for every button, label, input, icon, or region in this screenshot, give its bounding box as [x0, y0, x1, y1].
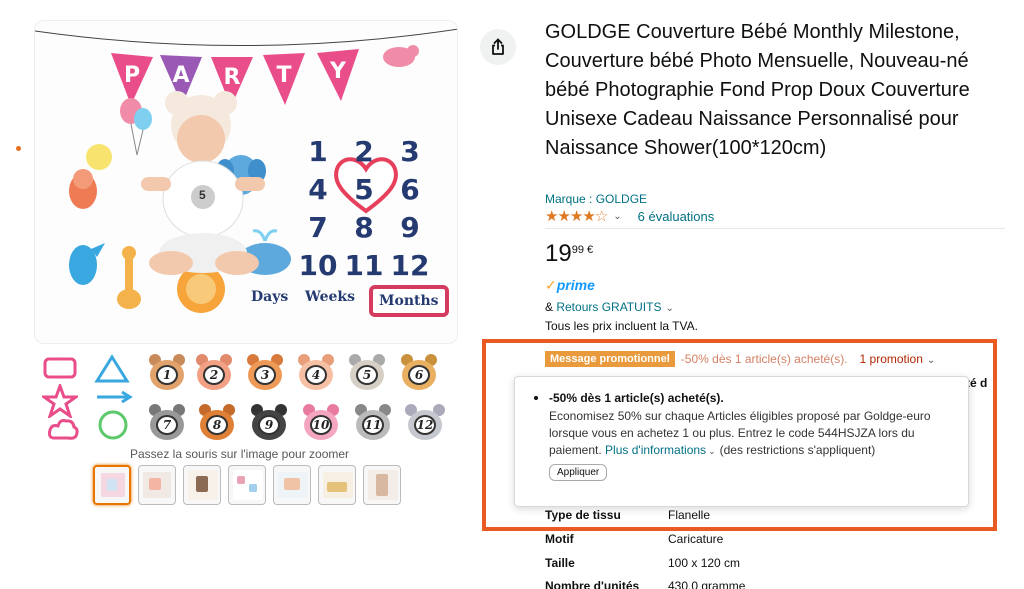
milestone-number: 7	[308, 211, 328, 244]
number-sticker: 12	[404, 402, 446, 442]
thumbnail-strip	[93, 465, 401, 505]
main-product-image[interactable]: P A R T Y 5 1 2 3 4 5 6 7 8 9 10 11 12 D…	[34, 20, 458, 344]
number-sticker: 2	[193, 352, 235, 392]
ratings-count-link[interactable]: 6 évaluations	[638, 209, 715, 224]
fox-illustration	[69, 169, 97, 209]
milestone-number: 12	[390, 249, 430, 282]
bird-illustration	[69, 243, 105, 285]
price: 1999 €	[545, 240, 593, 268]
number-sticker: 10	[300, 402, 342, 442]
carousel-indicator-dot	[16, 146, 21, 151]
divider	[545, 228, 1005, 229]
triangle-shape	[94, 354, 130, 383]
milestone-number: 8	[354, 211, 374, 244]
star-shape	[42, 384, 78, 418]
weeks-label: Weeks	[305, 289, 355, 305]
months-label: Months	[369, 285, 449, 317]
prime-badge: ✓prime	[545, 277, 595, 293]
thumbnail[interactable]	[228, 465, 266, 505]
brand-link[interactable]: Marque : GOLDGE	[545, 192, 647, 206]
star-rating[interactable]: ★★★★☆	[545, 207, 608, 225]
annotation-highlight-box	[482, 339, 997, 531]
thumbnail[interactable]	[318, 465, 356, 505]
milestone-number: 2	[354, 135, 374, 168]
share-button[interactable]	[480, 29, 516, 65]
prime-check-icon: ✓	[545, 277, 557, 293]
number-sticker: 8	[196, 402, 238, 442]
milestone-number-grid: 1 2 3 4 5 6 7 8 9 10 11 12	[297, 133, 447, 285]
thumbnail[interactable]	[93, 465, 131, 505]
cloud-shape	[48, 419, 79, 440]
star-icon: ★	[557, 208, 570, 225]
belly-number: 5	[199, 188, 206, 202]
number-sticker: 3	[244, 352, 286, 392]
product-title: GOLDGE Couverture Bébé Monthly Milestone…	[545, 21, 970, 159]
price-fraction: 99 €	[571, 244, 594, 256]
vat-note: Tous les prix incluent la TVA.	[545, 319, 698, 333]
number-sticker: 7	[146, 402, 188, 442]
arrow-shape	[97, 390, 133, 404]
thumbnail[interactable]	[183, 465, 221, 505]
number-sticker: 11	[352, 402, 394, 442]
price-whole: 19	[545, 240, 572, 267]
star-icon: ★	[545, 208, 558, 225]
star-icon: ★	[582, 208, 595, 225]
milestone-number: 11	[344, 249, 384, 282]
free-returns: & Retours GRATUITS ⌄	[545, 300, 674, 314]
milestone-number: 10	[298, 249, 338, 282]
thumbnail[interactable]	[273, 465, 311, 505]
share-icon	[492, 38, 504, 55]
rating-summary: ★★★★☆ ⌄ 6 évaluations	[545, 207, 714, 225]
milestone-number: 4	[308, 173, 328, 206]
milestone-number: 5	[354, 173, 374, 206]
milestone-number: 1	[308, 135, 328, 168]
thumbnail[interactable]	[138, 465, 176, 505]
free-returns-link[interactable]: Retours GRATUITS	[556, 300, 661, 314]
baby-photo	[141, 91, 265, 275]
number-sticker: 4	[295, 352, 337, 392]
prop-stickers: 1 2 3 4 5 6 7 8 9 10 11 12	[38, 350, 458, 446]
milestone-number: 6	[400, 173, 420, 206]
milestone-number: 3	[400, 135, 420, 168]
days-label: Days	[251, 289, 289, 305]
number-sticker: 9	[248, 402, 290, 442]
number-sticker: 6	[398, 352, 440, 392]
number-sticker: 1	[146, 352, 188, 392]
thumbnail[interactable]	[363, 465, 401, 505]
chevron-down-icon[interactable]: ⌄	[665, 303, 673, 314]
chevron-down-icon[interactable]: ⌄	[613, 211, 621, 222]
circle-shape	[98, 410, 128, 440]
bunting-flag: Y	[317, 49, 359, 101]
number-sticker: 5	[346, 352, 388, 392]
bird-illustration	[383, 45, 419, 67]
milestone-number: 9	[400, 211, 420, 244]
star-icon: ☆	[594, 208, 608, 225]
star-icon: ★	[569, 208, 583, 225]
zoom-hint: Passez la souris sur l'image pour zoomer	[130, 447, 350, 461]
frame-shape	[43, 357, 77, 379]
